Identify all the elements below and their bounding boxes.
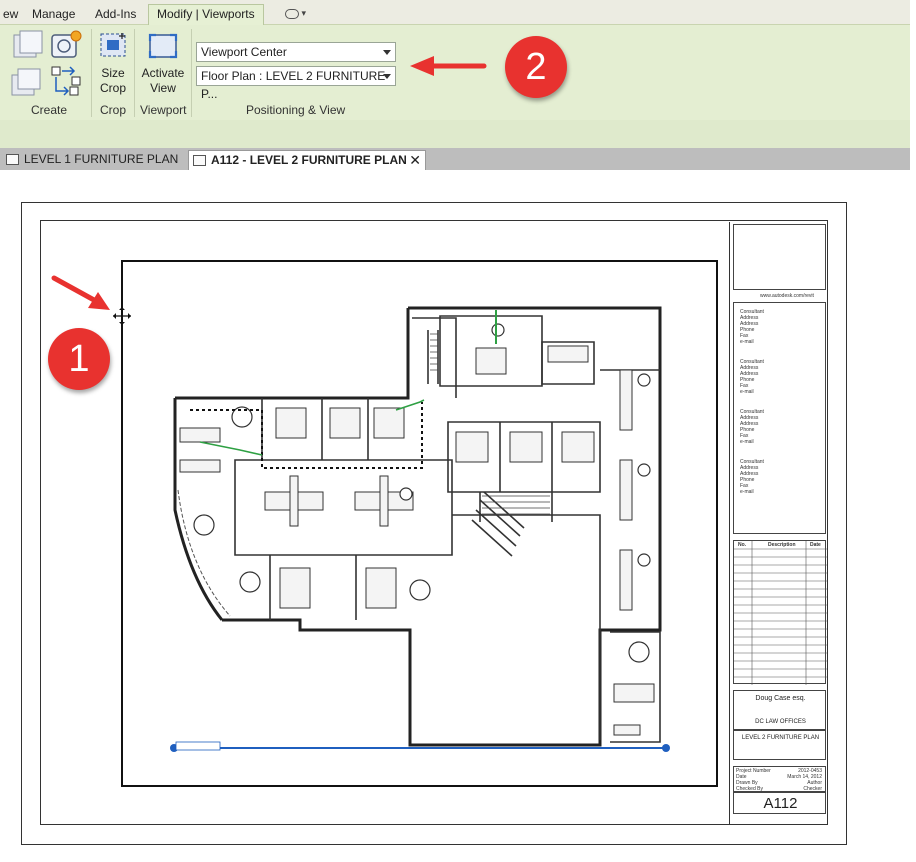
cut-paste-icon[interactable] <box>50 65 84 99</box>
copy-to-clipboard-icon[interactable] <box>10 29 46 61</box>
project-name: DC LAW OFFICES <box>755 719 806 725</box>
create-similar-icon[interactable] <box>50 29 84 61</box>
consultant-field: e-mail <box>740 439 754 445</box>
revision-schedule: No. Description Date <box>733 540 827 685</box>
activate-view-label-2: View <box>150 81 176 95</box>
consultant-box: Consultant Address Address Phone Fax e-m… <box>733 302 826 534</box>
sheet-title: LEVEL 2 FURNITURE PLAN <box>741 735 820 741</box>
activate-view-button[interactable]: Activate View <box>139 66 187 96</box>
ribbon-lower-strip <box>0 120 910 148</box>
viewport-position-select[interactable]: Viewport Center <box>196 42 396 62</box>
tab-view[interactable]: ew <box>0 5 23 25</box>
consultant-field: e-mail <box>740 339 754 345</box>
close-icon[interactable]: ✕ <box>409 151 421 170</box>
viewport-position-value: Viewport Center <box>201 45 287 59</box>
consultant-field: e-mail <box>740 389 754 395</box>
tab-level-1-furniture-plan[interactable]: LEVEL 1 FURNITURE PLAN <box>2 150 182 170</box>
move-cursor-icon <box>113 307 131 325</box>
sheet-canvas[interactable]: 1 www.autodesk.com/revit Consultant Addr… <box>0 170 910 862</box>
view-tab-label: A112 - LEVEL 2 FURNITURE PLAN <box>211 153 407 167</box>
match-type-icon[interactable] <box>10 65 46 99</box>
chevron-down-icon <box>383 50 391 55</box>
tab-modify-viewports[interactable]: Modify | Viewports <box>148 4 264 26</box>
size-crop-icon[interactable] <box>98 31 128 59</box>
client-box: Doug Case esq. DC LAW OFFICES <box>733 690 826 730</box>
annotation-badge-1: 1 <box>48 328 110 390</box>
client-name: Doug Case esq. <box>755 695 806 702</box>
consultant-block: Consultant Address Address Phone Fax e-m… <box>740 359 764 395</box>
activate-view-label-1: Activate <box>141 66 185 80</box>
website-label: www.autodesk.com/revit <box>760 293 814 299</box>
contextual-menu-icon[interactable]: ▾ <box>285 8 313 20</box>
positioning-view-group-label: Positioning & View <box>246 103 346 117</box>
logo-box: www.autodesk.com/revit <box>733 224 826 299</box>
view-type-value: Floor Plan : LEVEL 2 FURNITURE P... <box>201 69 386 101</box>
consultant-block: Consultant Address Address Phone Fax e-m… <box>740 309 764 345</box>
annotation-arrow-1 <box>51 275 110 310</box>
consultant-block: Consultant Address Address Phone Fax e-m… <box>740 409 764 445</box>
ribbon-separator <box>91 29 92 117</box>
sheet-icon <box>193 155 206 166</box>
create-group-label: Create <box>31 103 68 117</box>
view-tab-bar: LEVEL 1 FURNITURE PLAN A112 - LEVEL 2 FU… <box>0 148 910 170</box>
revision-grid <box>734 541 827 685</box>
floor-plan-icon <box>6 154 19 165</box>
sheet-title-box: LEVEL 2 FURNITURE PLAN <box>733 730 826 760</box>
annotation-arrow-2 <box>410 56 487 76</box>
tab-add-ins[interactable]: Add-Ins <box>90 5 141 25</box>
chevron-down-icon <box>383 74 391 79</box>
tab-manage[interactable]: Manage <box>27 5 80 25</box>
title-block: www.autodesk.com/revit Consultant Addres… <box>729 222 827 824</box>
sheet-number-box: A112 <box>733 792 826 814</box>
ribbon-separator <box>191 29 192 117</box>
activate-view-icon[interactable] <box>146 31 180 61</box>
size-crop-button[interactable]: Size Crop <box>96 66 130 96</box>
size-crop-label-1: Size <box>101 66 125 80</box>
sheet-number: A112 <box>763 795 798 812</box>
consultant-block: Consultant Address Address Phone Fax e-m… <box>740 459 764 495</box>
view-tab-label: LEVEL 1 FURNITURE PLAN <box>24 152 179 166</box>
viewport-group-label: Viewport <box>140 103 187 117</box>
size-crop-label-2: Crop <box>99 81 126 95</box>
project-info-box: Project Number 2012-0453 Date March 14, … <box>733 766 826 792</box>
consultant-field: e-mail <box>740 489 754 495</box>
annotation-badge-2: 2 <box>505 36 567 98</box>
crop-group-label: Crop <box>100 103 127 117</box>
ribbon-separator <box>134 29 135 117</box>
ribbon-tab-bar: ew Manage Add-Ins Modify | Viewports ▾ <box>0 0 910 26</box>
view-type-select[interactable]: Floor Plan : LEVEL 2 FURNITURE P... <box>196 66 396 101</box>
tab-a112-level-2-furniture-plan[interactable]: A112 - LEVEL 2 FURNITURE PLAN ✕ <box>188 150 426 170</box>
